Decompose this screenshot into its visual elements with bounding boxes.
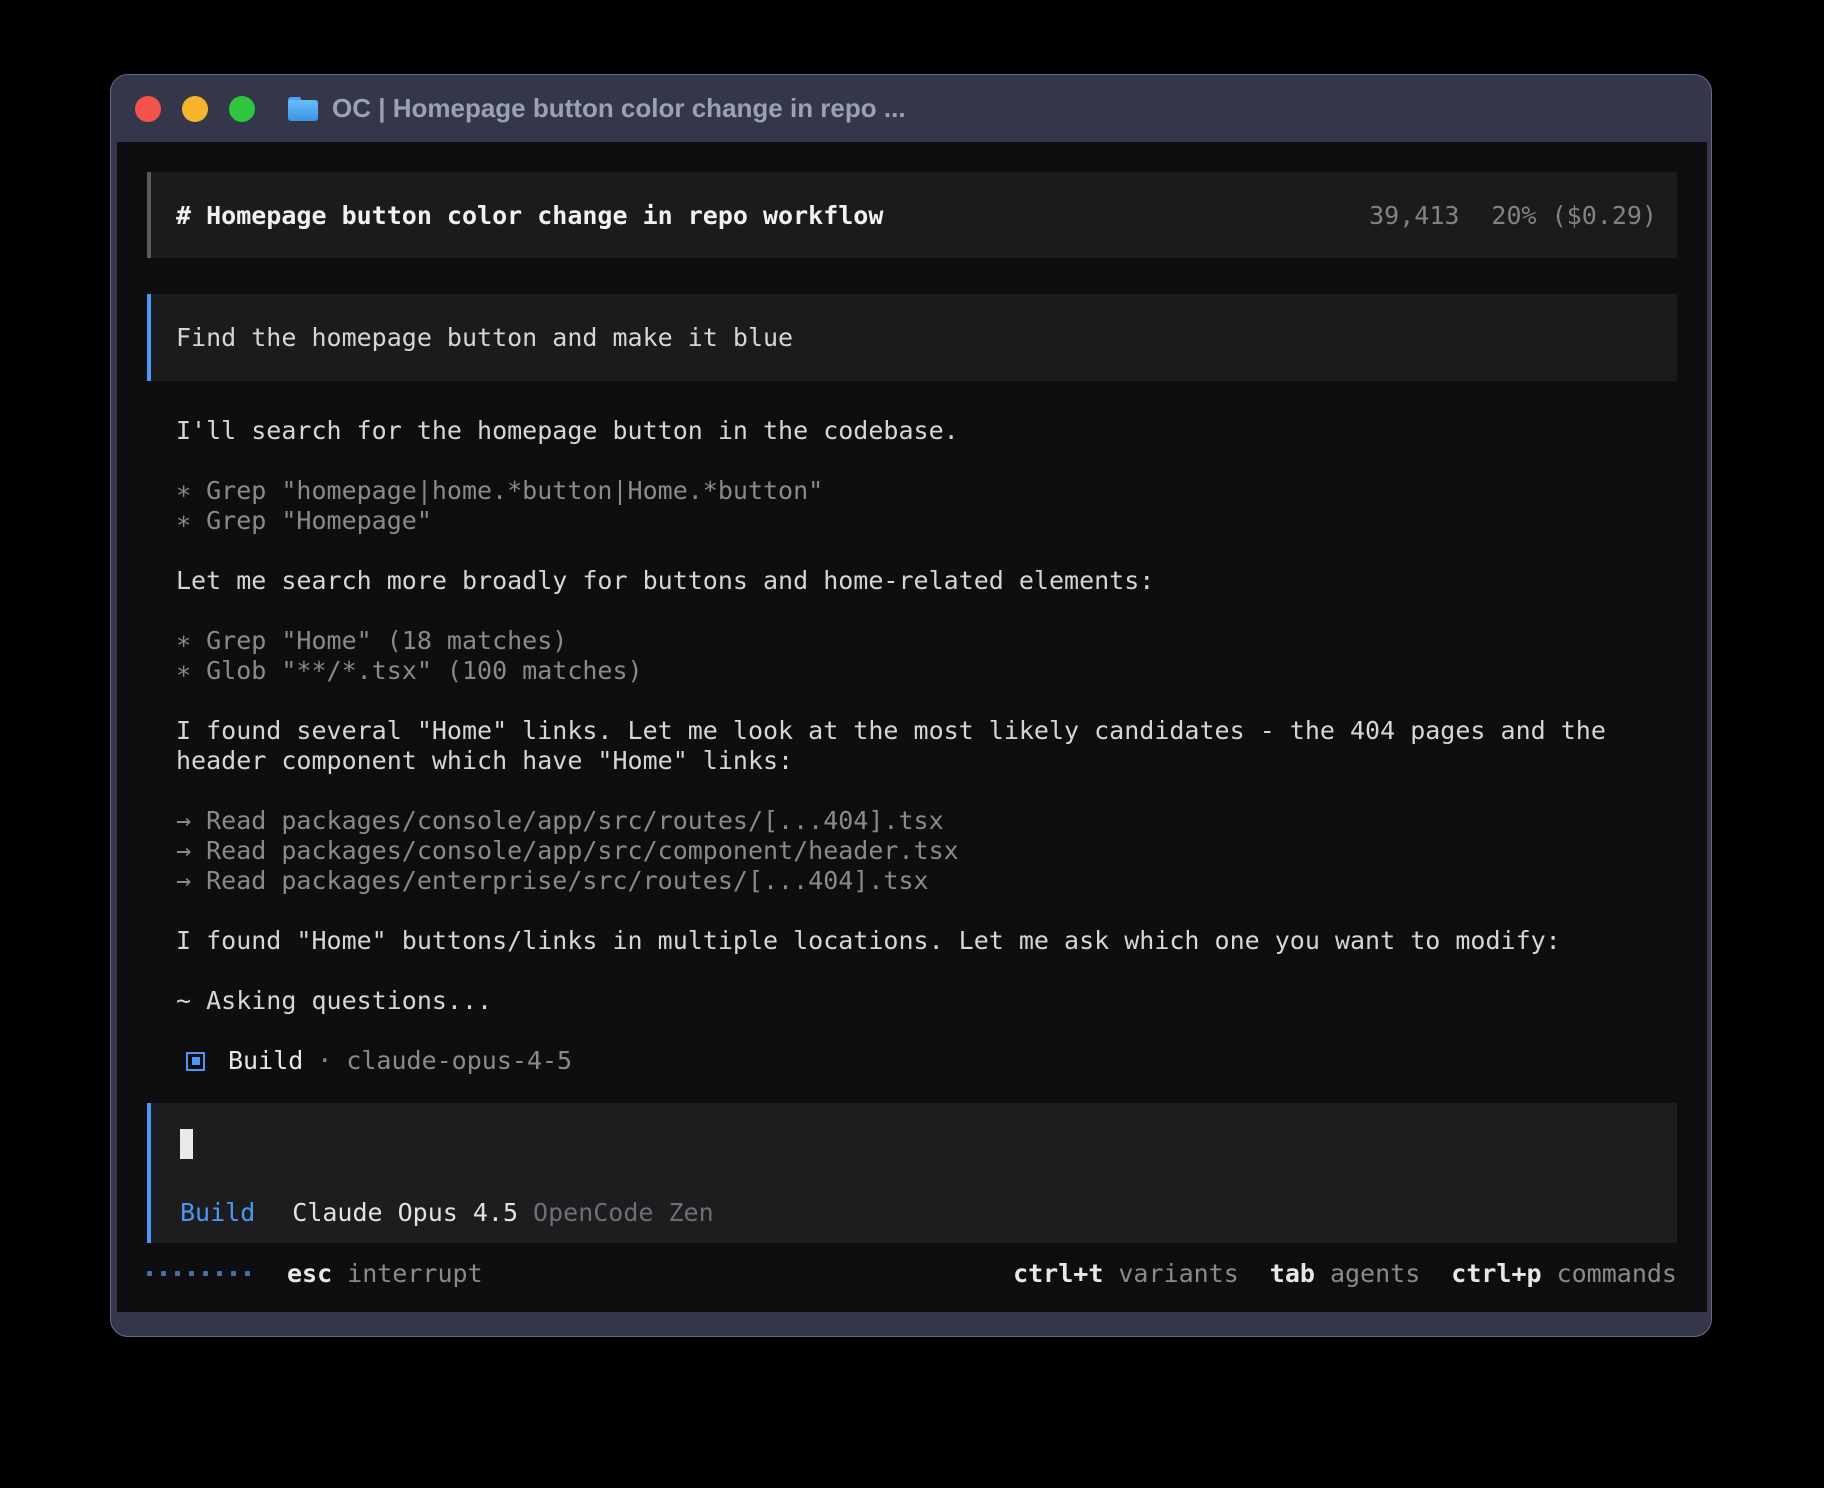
folder-icon <box>288 97 318 121</box>
task-status-line: ~ Asking questions... <box>147 986 1677 1016</box>
tool-call-line: ∗ Grep "homepage|home.*button|Home.*butt… <box>176 476 1677 506</box>
esc-label: interrupt <box>347 1259 482 1288</box>
user-message-text: Find the homepage button and make it blu… <box>176 323 793 352</box>
minimize-button[interactable] <box>182 96 208 122</box>
status-left: esc interrupt <box>147 1259 483 1288</box>
agent-task-icon <box>186 1052 205 1071</box>
agent-model: claude-opus-4-5 <box>346 1046 572 1076</box>
session-title: # Homepage button color change in repo w… <box>176 201 883 230</box>
user-message: Find the homepage button and make it blu… <box>147 294 1677 381</box>
active-model-label: Claude Opus 4.5 <box>292 1198 518 1227</box>
file-read-line: → Read packages/console/app/src/componen… <box>176 836 1677 866</box>
prompt-input[interactable]: Build Claude Opus 4.5 OpenCode Zen <box>147 1103 1677 1243</box>
status-bar: esc interrupt ctrl+t variants tab agents… <box>147 1258 1677 1288</box>
terminal-window: OC | Homepage button color change in rep… <box>110 74 1712 1337</box>
spinner-dot <box>203 1271 208 1276</box>
spinner-dot <box>189 1271 194 1276</box>
subagent-row: Build · claude-opus-4-5 <box>147 1046 1677 1076</box>
tool-call-line: ∗ Glob "**/*.tsx" (100 matches) <box>176 656 1677 686</box>
file-read-group: → Read packages/console/app/src/routes/[… <box>147 806 1677 896</box>
tool-call-group: ∗ Grep "Home" (18 matches) ∗ Glob "**/*.… <box>147 626 1677 686</box>
shortcut-commands: ctrl+p commands <box>1451 1259 1677 1288</box>
agent-separator: · <box>317 1046 332 1076</box>
status-shortcuts: ctrl+t variants tab agents ctrl+p comman… <box>1013 1259 1677 1288</box>
shortcut-agents: tab agents <box>1270 1259 1420 1288</box>
zoom-button[interactable] <box>229 96 255 122</box>
token-count: 39,413 <box>1369 201 1459 230</box>
assistant-text: I'll search for the homepage button in t… <box>147 416 1677 446</box>
session-header: # Homepage button color change in repo w… <box>147 172 1677 258</box>
esc-key: esc <box>287 1259 332 1288</box>
spinner-dot <box>147 1271 152 1276</box>
spinner-dot <box>231 1271 236 1276</box>
spinner-dot <box>217 1271 222 1276</box>
text-cursor <box>180 1129 193 1159</box>
session-stats: 39,413 20% ($0.29) <box>1369 201 1657 230</box>
tool-call-group: ∗ Grep "homepage|home.*button|Home.*butt… <box>147 476 1677 536</box>
assistant-text: Let me search more broadly for buttons a… <box>147 566 1677 596</box>
tool-call-line: ∗ Grep "Home" (18 matches) <box>176 626 1677 656</box>
window-title: OC | Homepage button color change in rep… <box>332 93 906 124</box>
file-read-line: → Read packages/enterprise/src/routes/[.… <box>176 866 1677 896</box>
spinner-dot <box>175 1271 180 1276</box>
close-button[interactable] <box>135 96 161 122</box>
spinner-dots <box>147 1271 250 1276</box>
assistant-text: I found "Home" buttons/links in multiple… <box>147 926 1677 956</box>
file-read-line: → Read packages/console/app/src/routes/[… <box>176 806 1677 836</box>
window-titlebar[interactable]: OC | Homepage button color change in rep… <box>111 75 1711 142</box>
tool-call-line: ∗ Grep "Homepage" <box>176 506 1677 536</box>
active-agent-label: Build <box>180 1198 255 1227</box>
model-indicator-row: Build Claude Opus 4.5 OpenCode Zen <box>180 1198 1652 1227</box>
terminal-content: # Homepage button color change in repo w… <box>117 142 1707 1312</box>
spinner-dot <box>245 1271 250 1276</box>
desktop: OC | Homepage button color change in rep… <box>0 0 1824 1488</box>
spinner-dot <box>161 1271 166 1276</box>
conversation: I'll search for the homepage button in t… <box>147 416 1677 1076</box>
assistant-text: I found several "Home" links. Let me loo… <box>147 716 1677 776</box>
context-usage-cost: 20% ($0.29) <box>1491 201 1657 230</box>
shortcut-variants: ctrl+t variants <box>1013 1259 1239 1288</box>
provider-label: OpenCode Zen <box>533 1198 714 1227</box>
agent-name: Build <box>228 1046 303 1076</box>
